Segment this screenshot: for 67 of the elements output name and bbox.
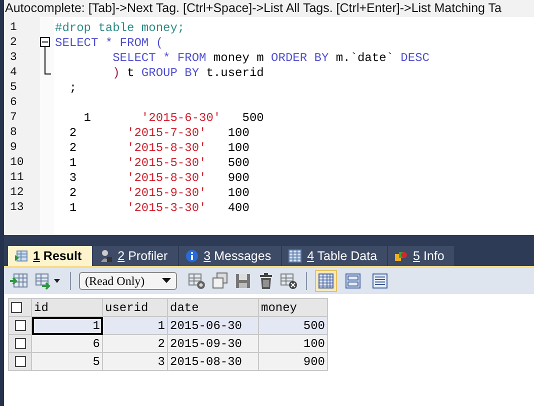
- duplicate-row-icon[interactable]: [211, 272, 229, 290]
- column-header[interactable]: userid: [102, 298, 168, 316]
- table-cell: 2015-06-30: [168, 316, 258, 334]
- code-line: ;: [68, 80, 77, 94]
- grid-arrow-icon: [14, 249, 28, 263]
- line-number: 12: [9, 186, 25, 199]
- table-cell: 5: [32, 352, 102, 370]
- row-checkbox[interactable]: [8, 334, 32, 352]
- result-tab[interactable]: 1 Result: [8, 246, 92, 266]
- line-number: 10: [9, 156, 25, 169]
- table-cell: 3: [102, 352, 168, 370]
- code-line: #drop table money;: [55, 20, 185, 34]
- caret-icon: [162, 278, 171, 284]
- person-icon: [98, 249, 113, 263]
- table-icon: [288, 249, 302, 263]
- column-header[interactable]: money: [258, 298, 328, 316]
- line-number: 6: [9, 96, 18, 109]
- mode-dropdown[interactable]: (Read Only): [79, 272, 177, 290]
- code-line: SELECT * FROM money m ORDER BY m.`date` DESC: [112, 50, 430, 64]
- result-tab[interactable]: 3 Messages: [178, 246, 282, 266]
- row-checkbox[interactable]: [8, 316, 32, 334]
- info-icon: [184, 249, 199, 263]
- column-header[interactable]: id: [32, 298, 102, 316]
- code-line: 1 '2015-5-30' 500: [68, 156, 250, 170]
- collapse-icon[interactable]: [40, 35, 51, 50]
- add-row-icon[interactable]: [188, 272, 206, 290]
- select-all-checkbox[interactable]: [8, 298, 32, 316]
- cancel-changes-icon[interactable]: [280, 272, 298, 290]
- line-number: 11: [9, 171, 25, 184]
- line-number: 3: [9, 51, 18, 64]
- code-line: ) t GROUP BY t.userid: [112, 66, 264, 80]
- line-number: 1: [9, 21, 18, 34]
- table-cell: 2015-08-30: [168, 352, 258, 370]
- line-number: 5: [9, 81, 18, 94]
- code-line: 1 '2015-3-30' 400: [68, 200, 250, 214]
- column-header[interactable]: date: [168, 298, 258, 316]
- table-cell: 100: [258, 334, 328, 352]
- import-rows-icon[interactable]: [9, 272, 29, 290]
- line-number: 8: [9, 126, 18, 139]
- code-line: 2 '2015-9-30' 100: [68, 186, 250, 200]
- table-cell: 1: [32, 316, 102, 334]
- table-cell: 500: [258, 316, 328, 334]
- table-cell: 900: [258, 352, 328, 370]
- table-cell: 2: [102, 334, 168, 352]
- code-line: 2 '2015-7-30' 100: [68, 126, 250, 140]
- table-cell: 2015-09-30: [168, 334, 258, 352]
- line-number: 2: [9, 36, 18, 49]
- row-checkbox[interactable]: [8, 352, 32, 370]
- export-rows-icon[interactable]: [34, 272, 62, 290]
- line-number: 4: [9, 66, 18, 79]
- save-icon[interactable]: [234, 272, 252, 290]
- trash-icon[interactable]: [257, 272, 275, 290]
- result-tab[interactable]: 4 Table Data: [282, 246, 388, 266]
- line-number: 7: [9, 111, 18, 124]
- code-line: SELECT * FROM (: [55, 36, 164, 50]
- code-line: 2 '2015-8-30' 100: [68, 140, 250, 154]
- table-cell: 6: [32, 334, 102, 352]
- result-tab[interactable]: 2 Profiler: [92, 246, 178, 266]
- line-number: 9: [9, 141, 18, 154]
- grid-view-button[interactable]: [315, 270, 337, 292]
- autocomplete-hint: Autocomplete: [Tab]->Next Tag. [Ctrl+Space]->List All Tags. [Ctrl+Enter]->List Matching Ta: [4, 0, 534, 17]
- shapes-icon: [394, 249, 408, 263]
- code-line: 3 '2015-8-30' 900: [68, 170, 250, 184]
- result-tab[interactable]: 5 Info: [388, 246, 454, 266]
- line-number: 13: [9, 201, 25, 214]
- table-cell: 1: [102, 316, 168, 334]
- code-line: 1 '2015-6-30' 500: [82, 110, 264, 124]
